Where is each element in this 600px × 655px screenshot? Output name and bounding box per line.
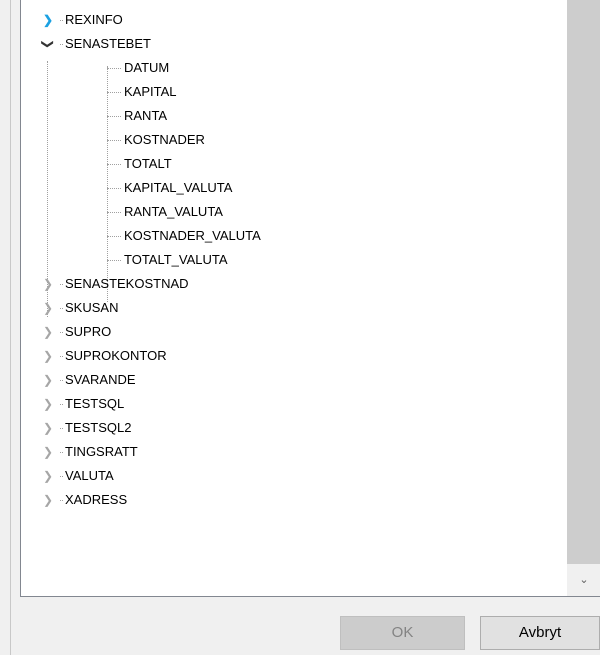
tree-root: ❯ REXINFO ❯ SENASTEBET DATUM KAPITAL RAN…: [21, 8, 567, 512]
ok-button[interactable]: OK: [340, 616, 465, 650]
tree-connector: [107, 164, 121, 165]
tree-child-totalt-valuta[interactable]: TOTALT_VALUTA: [21, 248, 567, 272]
tree-node-xadress[interactable]: ❯ XADRESS: [21, 488, 567, 512]
tree-node-label[interactable]: SVARANDE: [60, 368, 136, 392]
chevron-right-icon[interactable]: ❯: [41, 440, 55, 464]
tree-child-kostnader[interactable]: KOSTNADER: [21, 128, 567, 152]
tree-connector: [107, 68, 121, 69]
tree-connector: [107, 260, 121, 261]
chevron-right-icon[interactable]: ❯: [41, 320, 55, 344]
chevron-right-icon[interactable]: ❯: [41, 8, 55, 32]
scrollbar-thumb[interactable]: [567, 0, 600, 564]
tree-connector: [107, 92, 121, 93]
tree-node-label[interactable]: REXINFO: [60, 8, 123, 32]
tree-node-label[interactable]: TINGSRATT: [60, 440, 138, 464]
tree-node-skusan[interactable]: ❯ SKUSAN: [21, 296, 567, 320]
tree-node-label[interactable]: SENASTEKOSTNAD: [60, 272, 189, 296]
tree-node-label[interactable]: SENASTEBET: [60, 32, 151, 56]
tree-node-testsql[interactable]: ❯ TESTSQL: [21, 392, 567, 416]
tree-node-valuta[interactable]: ❯ VALUTA: [21, 464, 567, 488]
tree-node-svarande[interactable]: ❯ SVARANDE: [21, 368, 567, 392]
tree-child-label[interactable]: KAPITAL_VALUTA: [124, 176, 232, 200]
tree-node-suprokontor[interactable]: ❯ SUPROKONTOR: [21, 344, 567, 368]
tree-node-label[interactable]: SUPRO: [59, 320, 111, 344]
tree-connector: [107, 188, 121, 189]
tree-child-label[interactable]: DATUM: [124, 56, 169, 80]
tree-node-rexinfo[interactable]: ❯ REXINFO: [21, 8, 567, 32]
tree-child-label[interactable]: RANTA_VALUTA: [124, 200, 223, 224]
tree-node-senastebet[interactable]: ❯ SENASTEBET: [21, 32, 567, 56]
scroll-down-arrow-icon[interactable]: ⌄: [567, 564, 600, 596]
tree-node-label[interactable]: SKUSAN: [59, 296, 118, 320]
tree-child-kapital-valuta[interactable]: KAPITAL_VALUTA: [21, 176, 567, 200]
tree-node-label[interactable]: TESTSQL: [59, 392, 124, 416]
tree-child-kostnader-valuta[interactable]: KOSTNADER_VALUTA: [21, 224, 567, 248]
tree-child-label[interactable]: RANTA: [124, 104, 167, 128]
tree-connector: [107, 116, 121, 117]
chevron-right-icon[interactable]: ❯: [41, 464, 55, 488]
vertical-scrollbar[interactable]: ⌄: [567, 0, 600, 596]
tree-node-senastekostnad[interactable]: ❯ SENASTEKOSTNAD: [21, 272, 567, 296]
tree-node-label[interactable]: VALUTA: [60, 464, 114, 488]
chevron-right-icon[interactable]: ❯: [41, 488, 55, 512]
tree-child-label[interactable]: KOSTNADER: [124, 128, 205, 152]
tree-child-ranta-valuta[interactable]: RANTA_VALUTA: [21, 200, 567, 224]
tree-node-label[interactable]: TESTSQL2: [59, 416, 131, 440]
tree-node-testsql2[interactable]: ❯ TESTSQL2: [21, 416, 567, 440]
tree-node-label[interactable]: XADRESS: [59, 488, 127, 512]
tree-child-ranta[interactable]: RANTA: [21, 104, 567, 128]
chevron-right-icon[interactable]: ❯: [41, 296, 55, 320]
tree-connector: [107, 140, 121, 141]
tree-child-label[interactable]: TOTALT: [124, 152, 172, 176]
cancel-button[interactable]: Avbryt: [480, 616, 600, 650]
tree-child-label[interactable]: TOTALT_VALUTA: [124, 248, 228, 272]
chevron-right-icon[interactable]: ❯: [41, 392, 55, 416]
tree-child-datum[interactable]: DATUM: [21, 56, 567, 80]
tree-child-totalt[interactable]: TOTALT: [21, 152, 567, 176]
chevron-right-icon[interactable]: ❯: [41, 416, 55, 440]
tree-node-label[interactable]: SUPROKONTOR: [60, 344, 167, 368]
chevron-right-icon[interactable]: ❯: [41, 344, 55, 368]
tree-child-label[interactable]: KOSTNADER_VALUTA: [124, 224, 261, 248]
tree-node-tingsratt[interactable]: ❯ TINGSRATT: [21, 440, 567, 464]
tree-child-label[interactable]: KAPITAL: [124, 80, 177, 104]
tree-node-supro[interactable]: ❯ SUPRO: [21, 320, 567, 344]
tree-connector: [107, 212, 121, 213]
tree-view[interactable]: ❯ REXINFO ❯ SENASTEBET DATUM KAPITAL RAN…: [20, 0, 600, 597]
tree-connector: [107, 236, 121, 237]
chevron-down-icon[interactable]: ❯: [36, 37, 60, 51]
tree-child-kapital[interactable]: KAPITAL: [21, 80, 567, 104]
chevron-right-icon[interactable]: ❯: [41, 272, 55, 296]
window-left-edge: [0, 0, 11, 655]
chevron-right-icon[interactable]: ❯: [41, 368, 55, 392]
